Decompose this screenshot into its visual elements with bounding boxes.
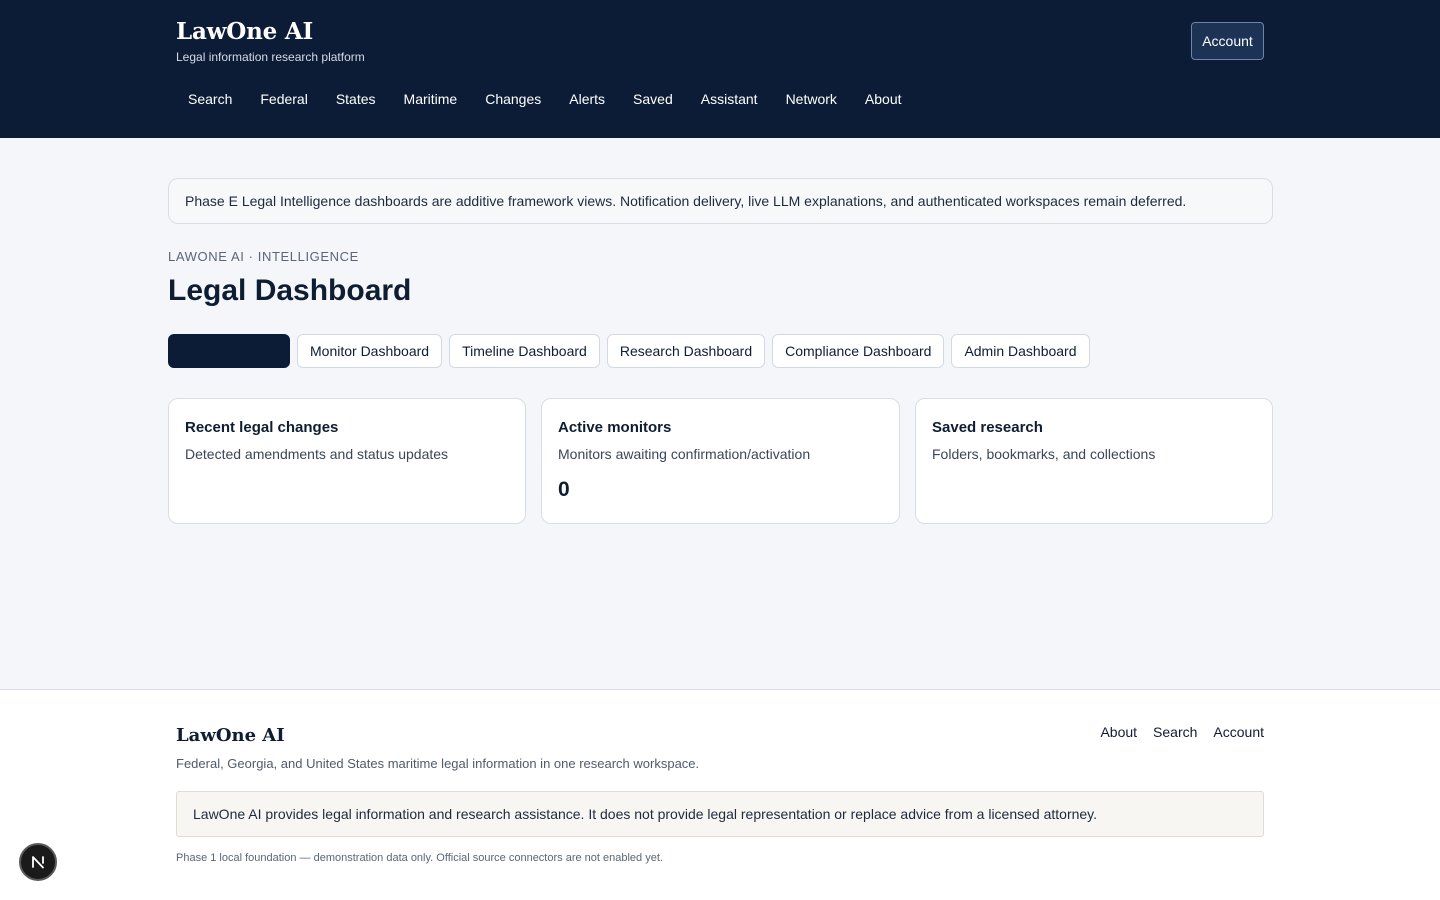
card-saved-research: Saved research Folders, bookmarks, and c…	[915, 398, 1273, 524]
main-nav: Search Federal States Maritime Changes A…	[174, 84, 916, 114]
nav-item-saved[interactable]: Saved	[619, 84, 687, 114]
card-title: Recent legal changes	[185, 419, 339, 436]
card-subtitle: Monitors awaiting confirmation/activatio…	[558, 446, 811, 462]
footer-link-search[interactable]: Search	[1153, 724, 1197, 740]
footer-links: About Search Account	[1100, 724, 1264, 740]
card-title: Active monitors	[558, 419, 672, 436]
brand-title[interactable]: LawOne AI	[176, 18, 313, 45]
card-recent-legal-changes: Recent legal changes Detected amendments…	[168, 398, 526, 524]
tab-legal-dashboard[interactable]	[168, 334, 290, 368]
tab-admin-dashboard[interactable]: Admin Dashboard	[951, 334, 1090, 368]
footer-tagline: Federal, Georgia, and United States mari…	[176, 756, 700, 771]
page-title: Legal Dashboard	[168, 274, 412, 307]
footer-link-about[interactable]: About	[1100, 724, 1137, 740]
site-footer: LawOne AI Federal, Georgia, and United S…	[0, 689, 1440, 900]
nav-item-federal[interactable]: Federal	[246, 84, 321, 114]
tab-research-dashboard[interactable]: Research Dashboard	[606, 334, 766, 368]
tab-compliance-dashboard[interactable]: Compliance Dashboard	[772, 334, 945, 368]
dev-tools-badge[interactable]	[19, 843, 57, 881]
account-button[interactable]: Account	[1191, 22, 1264, 60]
tab-monitor-dashboard[interactable]: Monitor Dashboard	[297, 334, 443, 368]
nav-item-search[interactable]: Search	[174, 84, 246, 114]
footer-link-account[interactable]: Account	[1213, 724, 1264, 740]
section-eyebrow: LAWONE AI · INTELLIGENCE	[168, 249, 359, 264]
phase-notice: Phase E Legal Intelligence dashboards ar…	[168, 178, 1273, 224]
phase-note: Phase 1 local foundation — demonstration…	[176, 852, 663, 864]
card-subtitle: Detected amendments and status updates	[185, 446, 449, 462]
card-title: Saved research	[932, 419, 1043, 436]
brand-tagline: Legal information research platform	[176, 50, 365, 64]
legal-disclaimer: LawOne AI provides legal information and…	[176, 791, 1264, 837]
card-active-monitors: Active monitors Monitors awaiting confir…	[541, 398, 900, 524]
site-header: LawOne AI Legal information research pla…	[0, 0, 1440, 138]
card-subtitle: Folders, bookmarks, and collections	[932, 446, 1156, 462]
nav-item-maritime[interactable]: Maritime	[390, 84, 472, 114]
nav-item-assistant[interactable]: Assistant	[687, 84, 772, 114]
footer-brand: LawOne AI	[176, 725, 285, 746]
nav-item-changes[interactable]: Changes	[471, 84, 555, 114]
nav-item-about[interactable]: About	[851, 84, 916, 114]
dashboard-tabs: Monitor Dashboard Timeline Dashboard Res…	[168, 334, 1090, 368]
nav-item-states[interactable]: States	[322, 84, 390, 114]
nav-item-alerts[interactable]: Alerts	[555, 84, 619, 114]
n-logo-icon	[32, 856, 44, 869]
card-value: 0	[558, 478, 570, 501]
tab-timeline-dashboard[interactable]: Timeline Dashboard	[449, 334, 600, 368]
nav-item-network[interactable]: Network	[772, 84, 851, 114]
